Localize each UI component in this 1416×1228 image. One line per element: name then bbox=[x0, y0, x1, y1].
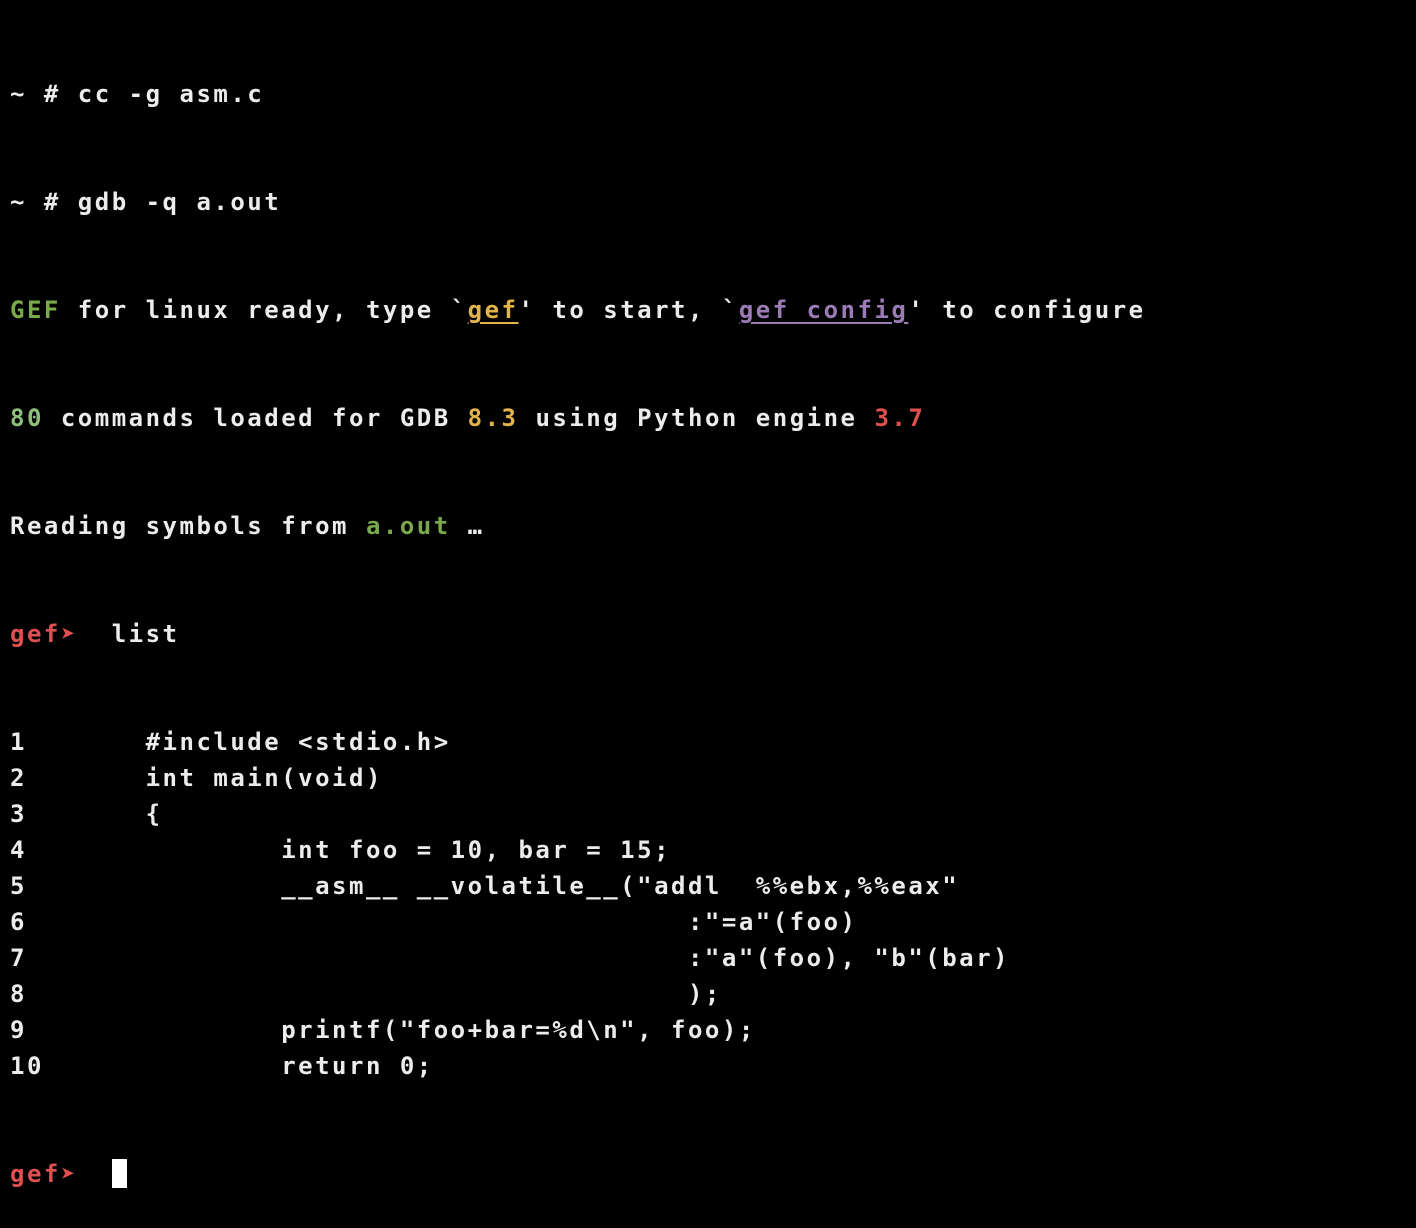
source-code: :"=a"(foo) bbox=[26, 908, 858, 936]
listing-row: 9 printf("foo+bar=%d\n", foo); bbox=[10, 1012, 1406, 1048]
commands-loaded-line: 80 commands loaded for GDB 8.3 using Pyt… bbox=[10, 404, 926, 432]
gef-list-line: gef➤ list bbox=[10, 616, 1406, 652]
listing-row: 2 int main(void) bbox=[10, 760, 1406, 796]
line-number: 6 bbox=[10, 908, 27, 936]
gef-ready-line: GEF for linux ready, type `gef' to start… bbox=[10, 296, 1146, 324]
source-listing: 1 #include <stdio.h> 2 int main(void) 3 {4… bbox=[10, 724, 1406, 1084]
listing-row: 1 #include <stdio.h> bbox=[10, 724, 1406, 760]
shell-prompt: ~ # bbox=[10, 80, 78, 108]
source-code: printf("foo+bar=%d\n", foo); bbox=[26, 1016, 756, 1044]
gef-brand: GEF bbox=[10, 296, 61, 324]
source-code: return 0; bbox=[43, 1052, 434, 1080]
shell-prompt: ~ # bbox=[10, 188, 78, 216]
line-number: 5 bbox=[10, 872, 27, 900]
listing-row: 7 :"a"(foo), "b"(bar) bbox=[10, 940, 1406, 976]
source-code: int foo = 10, bar = 15; bbox=[26, 836, 672, 864]
line-number: 3 bbox=[10, 800, 27, 828]
shell-command: gdb -q a.out bbox=[77, 188, 282, 216]
gef-prompt: gef➤ bbox=[10, 1160, 95, 1188]
listing-row: 10 return 0; bbox=[10, 1048, 1406, 1084]
listing-row: 5 __asm__ __volatile__("addl %%ebx,%%eax… bbox=[10, 868, 1406, 904]
gdb-version: 8.3 bbox=[467, 404, 519, 432]
binary-file: a.out bbox=[365, 512, 451, 540]
line-number: 8 bbox=[10, 980, 27, 1008]
source-code: { bbox=[26, 800, 163, 828]
gdb-command: list bbox=[94, 620, 180, 648]
shell-command: cc -g asm.c bbox=[77, 80, 265, 108]
gef-config-hint: gef config bbox=[738, 296, 909, 324]
terminal-window[interactable]: ~ # cc -g asm.c ~ # gdb -q a.out GEF for… bbox=[0, 0, 1416, 1188]
source-code: :"a"(foo), "b"(bar) bbox=[26, 944, 1011, 972]
reading-symbols-line: Reading symbols from a.out … bbox=[10, 512, 485, 540]
python-version: 3.7 bbox=[874, 404, 926, 432]
listing-row: 6 :"=a"(foo) bbox=[10, 904, 1406, 940]
line-number: 4 bbox=[10, 836, 27, 864]
line-number: 10 bbox=[10, 1052, 44, 1080]
listing-row: 3 { bbox=[10, 796, 1406, 832]
listing-row: 8 ); bbox=[10, 976, 1406, 1012]
source-code: ); bbox=[26, 980, 722, 1008]
shell-line-gdb: ~ # gdb -q a.out bbox=[10, 184, 1406, 220]
line-number: 2 bbox=[10, 764, 27, 792]
text-cursor bbox=[111, 1159, 127, 1188]
source-code: int main(void) bbox=[26, 764, 383, 792]
command-count: 80 bbox=[10, 404, 44, 432]
line-number: 9 bbox=[10, 1016, 27, 1044]
gef-command-hint: gef bbox=[467, 296, 519, 324]
gef-input-line[interactable]: gef➤ bbox=[10, 1156, 1406, 1192]
source-code: #include <stdio.h> bbox=[26, 728, 451, 756]
line-number: 7 bbox=[10, 944, 27, 972]
gef-prompt: gef➤ bbox=[10, 620, 95, 648]
source-code: __asm__ __volatile__("addl %%ebx,%%eax" bbox=[26, 872, 960, 900]
listing-row: 4 int foo = 10, bar = 15; bbox=[10, 832, 1406, 868]
line-number: 1 bbox=[10, 728, 27, 756]
shell-line-compile: ~ # cc -g asm.c bbox=[10, 76, 1406, 112]
